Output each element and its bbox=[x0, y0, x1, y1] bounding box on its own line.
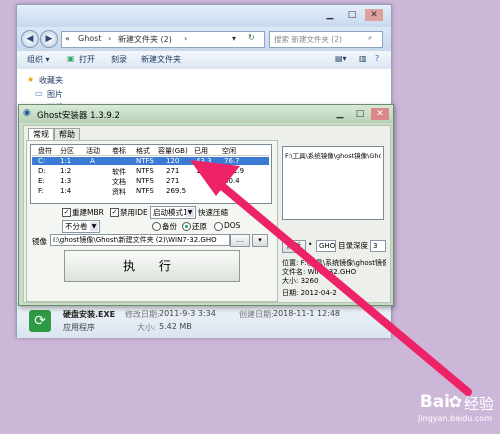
watermark-url: jingyan.baidu.com bbox=[418, 414, 492, 423]
paw-icon: ✿ bbox=[448, 392, 462, 411]
baidu-watermark: Bai ✿ 经验 jingyan.baidu.com bbox=[374, 390, 494, 430]
annotation-arrow bbox=[190, 160, 472, 396]
watermark-brand: Bai bbox=[419, 392, 450, 412]
watermark-suffix: 经验 bbox=[463, 395, 494, 413]
arrow-shaft bbox=[218, 182, 472, 396]
